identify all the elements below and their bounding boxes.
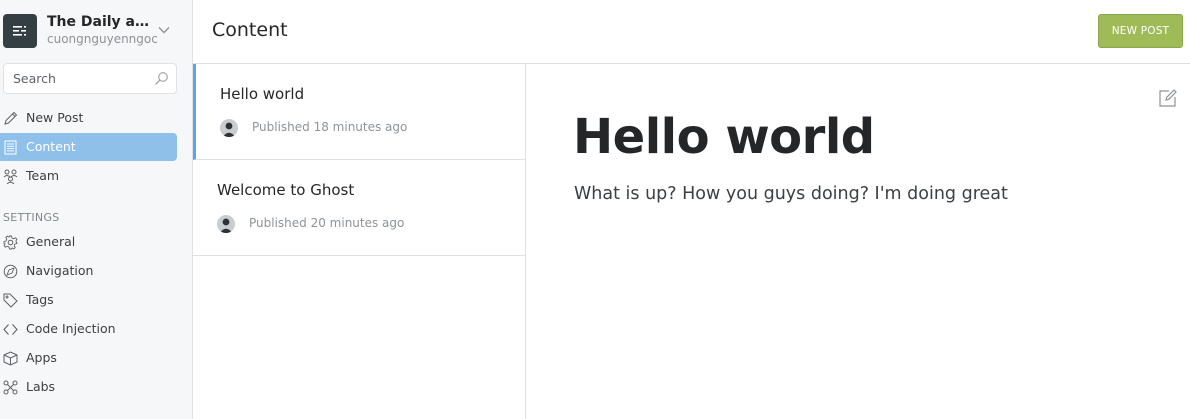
header: Content NEW POST (193, 0, 1190, 64)
preview-title: Hello world (573, 109, 875, 165)
nav-item-team[interactable]: Team (0, 162, 177, 190)
post-list-item[interactable]: Hello world Published 18 minutes ago (193, 64, 525, 160)
nav-item-labs[interactable]: Labs (0, 373, 177, 401)
nav-item-navigation[interactable]: Navigation (0, 257, 177, 285)
post-meta: Published 18 minutes ago (252, 120, 408, 134)
post-meta: Published 20 minutes ago (249, 216, 405, 230)
nav-item-general[interactable]: General (0, 228, 177, 256)
code-icon (3, 324, 18, 335)
nav-item-label: Tags (26, 292, 54, 307)
search-input[interactable] (4, 64, 152, 93)
gear-icon (3, 235, 18, 250)
blog-username: cuongnguyenngoc (47, 32, 158, 46)
tag-icon (3, 293, 18, 308)
blog-switcher[interactable]: The Daily aw... cuongnguyenngoc (3, 13, 189, 49)
search-icon (155, 72, 168, 85)
post-list: Hello world Published 18 minutes ago Wel… (193, 64, 526, 419)
nav-item-label: Navigation (26, 263, 94, 278)
nav-item-label: New Post (26, 110, 84, 125)
post-list-item[interactable]: Welcome to Ghost Published 20 minutes ag… (193, 160, 525, 256)
nav-item-apps[interactable]: Apps (0, 344, 177, 372)
avatar (217, 215, 235, 233)
document-icon (4, 140, 17, 155)
compass-icon (3, 264, 18, 279)
team-icon (3, 169, 18, 184)
post-title: Hello world (220, 85, 305, 103)
nav-item-code-injection[interactable]: Code Injection (0, 315, 177, 343)
nav-item-label: Apps (26, 350, 57, 365)
search-box (3, 63, 177, 94)
nav-item-tags[interactable]: Tags (0, 286, 177, 314)
nav-item-label: Team (26, 168, 60, 183)
nav-item-label: Code Injection (26, 321, 116, 336)
labs-icon (3, 380, 18, 395)
pencil-icon (4, 111, 18, 125)
preview-body: What is up? How you guys doing? I'm doin… (574, 184, 1008, 204)
blog-icon (3, 14, 37, 48)
avatar (220, 119, 238, 137)
post-title: Welcome to Ghost (217, 181, 355, 199)
settings-heading: SETTINGS (3, 211, 60, 224)
nav-item-content[interactable]: Content (0, 133, 177, 161)
nav-item-new-post[interactable]: New Post (0, 104, 177, 132)
new-post-button[interactable]: NEW POST (1098, 14, 1183, 48)
nav-item-label: Content (26, 139, 76, 154)
edit-icon[interactable] (1158, 88, 1178, 108)
post-preview: Hello world What is up? How you guys doi… (526, 64, 1190, 419)
nav-item-label: Labs (26, 379, 56, 394)
sidebar: The Daily aw... cuongnguyenngoc New Post… (0, 0, 193, 419)
box-icon (3, 351, 18, 366)
page-title: Content (212, 19, 288, 41)
nav-item-label: General (26, 234, 76, 249)
chevron-down-icon (158, 27, 170, 34)
blog-title: The Daily aw... (47, 14, 151, 30)
